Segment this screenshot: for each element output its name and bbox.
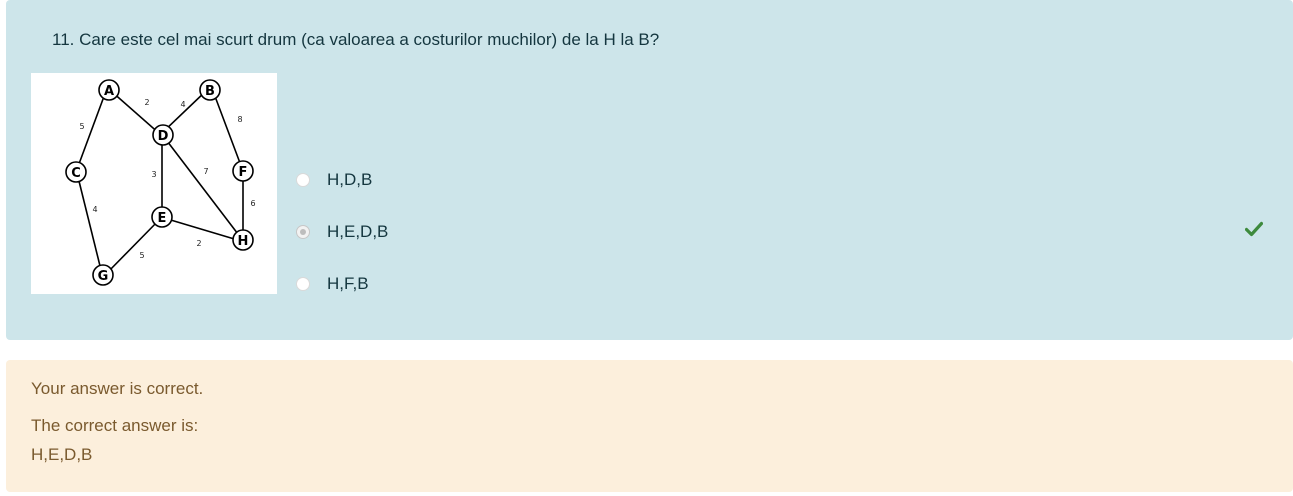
weight-c-g: 4 xyxy=(92,205,97,214)
graph-figure: A B C D E F G H 5 2 4 8 3 7 6 4 5 2 xyxy=(31,73,277,294)
weight-d-h: 7 xyxy=(203,167,208,176)
weight-b-d: 4 xyxy=(180,100,185,109)
option-label: H,E,D,B xyxy=(327,222,389,241)
feedback-panel: Your answer is correct. The correct answ… xyxy=(6,360,1293,492)
option-label: H,D,B xyxy=(327,170,373,189)
node-label-d: D xyxy=(158,129,169,144)
radio-button[interactable] xyxy=(296,277,310,291)
option-h-e-d-b[interactable]: H,E,D,B xyxy=(296,221,516,245)
option-h-d-b[interactable]: H,D,B xyxy=(296,169,516,193)
edge-d-h xyxy=(163,136,242,239)
weight-a-c: 5 xyxy=(79,122,84,131)
edge-e-h xyxy=(163,217,242,242)
node-label-h: H xyxy=(238,234,249,249)
edge-b-d xyxy=(162,89,208,133)
edge-a-c xyxy=(75,90,107,173)
weight-d-e: 3 xyxy=(151,170,156,179)
edge-a-d xyxy=(110,90,162,136)
weight-f-h: 6 xyxy=(250,199,255,208)
edge-e-g xyxy=(104,218,161,276)
feedback-result: Your answer is correct. xyxy=(31,379,204,398)
question-panel: 11. Care este cel mai scurt drum (ca val… xyxy=(6,0,1293,340)
node-label-e: E xyxy=(158,211,167,226)
weight-a-d: 2 xyxy=(144,98,149,107)
node-label-f: F xyxy=(239,165,248,180)
checkmark-icon xyxy=(1245,221,1263,237)
edge-c-g xyxy=(76,172,103,275)
edge-b-f xyxy=(212,90,244,172)
weight-b-f: 8 xyxy=(237,115,242,124)
option-label: H,F,B xyxy=(327,274,369,293)
correct-answer-value: H,E,D,B xyxy=(31,445,93,464)
question-text: 11. Care este cel mai scurt drum (ca val… xyxy=(52,30,660,49)
node-label-b: B xyxy=(205,84,215,99)
option-h-f-b[interactable]: H,F,B xyxy=(296,273,516,297)
node-label-a: A xyxy=(104,84,114,99)
weight-e-g: 5 xyxy=(139,251,144,260)
weight-e-h: 2 xyxy=(196,239,201,248)
node-label-g: G xyxy=(98,269,109,284)
node-label-c: C xyxy=(71,166,81,181)
correct-answer-label: The correct answer is: xyxy=(31,416,199,435)
radio-button-selected[interactable] xyxy=(296,225,310,239)
radio-button[interactable] xyxy=(296,173,310,187)
